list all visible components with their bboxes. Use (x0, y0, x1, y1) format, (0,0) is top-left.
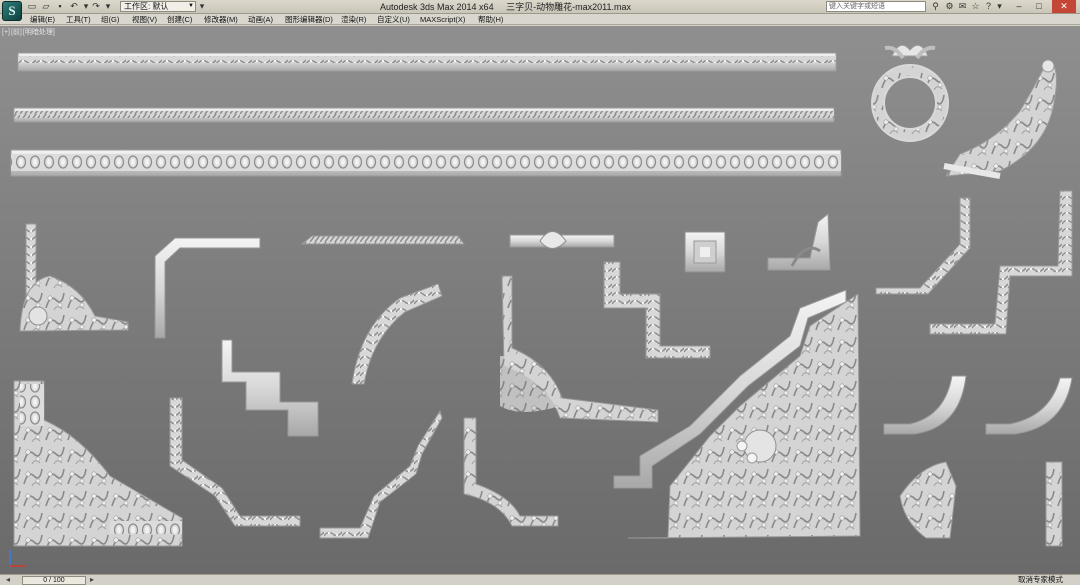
molding-strip-1[interactable] (17, 52, 837, 72)
menu-help[interactable]: 帮助(H) (478, 14, 503, 25)
app-name: Autodesk 3ds Max 2014 x64 (380, 2, 494, 12)
corner-leaf-ornament[interactable] (19, 223, 129, 332)
small-curved-molding-1[interactable] (883, 375, 967, 435)
menu-modifiers[interactable]: 修改器(M) (204, 14, 238, 25)
3ds-max-logo[interactable]: S (2, 1, 22, 21)
time-slider-right-arrow[interactable]: ▸ (90, 575, 94, 585)
expert-mode-button[interactable]: 取消专家模式 (1018, 575, 1063, 585)
rosette-molding[interactable] (509, 231, 615, 249)
menu-group[interactable]: 组(G) (101, 14, 119, 25)
close-button[interactable]: ✕ (1052, 0, 1076, 13)
stepped-corner-1[interactable] (875, 197, 971, 295)
stepped-leaf-corner[interactable] (603, 261, 711, 359)
menu-maxscript[interactable]: MAXScript(X) (420, 14, 465, 25)
redo-icon[interactable]: ↷ (90, 1, 102, 12)
redo-dropdown-icon[interactable]: ▾ (102, 1, 114, 12)
favorites-icon[interactable]: ☆ (970, 1, 981, 12)
time-slider-left-arrow[interactable]: ◂ (6, 575, 10, 585)
axis-tripod-icon (9, 550, 26, 567)
menu-graph-editors[interactable]: 图形编辑器(D) (285, 14, 333, 25)
communication-center-icon[interactable]: ✉ (957, 1, 968, 12)
status-bar: ◂ 0 / 100 ▸ 取消专家模式 (0, 574, 1080, 585)
front-viewport[interactable]: [+][前][明暗处理] (0, 26, 1080, 574)
plain-corner-molding[interactable] (154, 237, 261, 339)
viewport-scene (10, 44, 1073, 547)
egg-dart-corner-panel[interactable] (13, 380, 183, 547)
subscription-icon[interactable]: ⚙ (944, 1, 955, 12)
help-icon[interactable]: ? (983, 1, 994, 12)
chevron-down-icon: ▼ (188, 3, 194, 9)
menu-rendering[interactable]: 渲染(R) (341, 14, 366, 25)
open-folder-icon[interactable]: ▱ (40, 1, 52, 12)
molding-strip-2[interactable] (13, 107, 835, 123)
file-name: 三字贝-动物雕花-max2011.max (506, 2, 631, 12)
small-curved-molding-2[interactable] (985, 377, 1073, 435)
square-rosette[interactable] (684, 231, 726, 273)
column-ornament[interactable] (1045, 461, 1063, 547)
rope-molding[interactable] (300, 235, 465, 245)
new-file-icon[interactable]: ▭ (26, 1, 38, 12)
maximize-button[interactable]: □ (1030, 0, 1048, 13)
menu-animation[interactable]: 动画(A) (248, 14, 273, 25)
app-window: ▭ ▱ ▪ ↶ ▾ ↷ ▾ 工作区: 默认 ▼ ▾ Autodesk 3ds M… (0, 0, 1080, 585)
help-dropdown-icon[interactable]: ▾ (994, 1, 1005, 12)
small-carved-corner[interactable] (463, 417, 559, 527)
time-slider[interactable]: 0 / 100 (22, 576, 86, 585)
search-input[interactable]: 键入关键字或短语 (826, 1, 926, 12)
menu-bar: 编辑(E) 工具(T) 组(G) 视图(V) 创建(C) 修改器(M) 动画(A… (0, 14, 1080, 25)
menu-create[interactable]: 创建(C) (167, 14, 192, 25)
viewport-label[interactable]: [+][前][明暗处理] (2, 27, 56, 37)
wreath-ornament[interactable] (871, 44, 949, 142)
corbel-ornament[interactable] (899, 461, 957, 539)
menu-customize[interactable]: 自定义(U) (377, 14, 410, 25)
workspace-dropdown[interactable]: 工作区: 默认 ▼ (120, 1, 196, 12)
menu-tools[interactable]: 工具(T) (66, 14, 91, 25)
frame-counter-text: 0 / 100 (43, 577, 65, 584)
binoculars-icon[interactable]: ⚲ (930, 1, 941, 12)
minimize-button[interactable]: – (1010, 0, 1028, 13)
viewport-menu[interactable]: [+] (2, 29, 10, 36)
viewport-shading[interactable]: [明暗处理] (23, 29, 55, 36)
undo-icon[interactable]: ↶ (68, 1, 80, 12)
menu-edit[interactable]: 编辑(E) (30, 14, 55, 25)
search-placeholder: 键入关键字或短语 (829, 3, 885, 10)
curved-arch-molding[interactable] (351, 283, 443, 385)
save-icon[interactable]: ▪ (54, 1, 66, 12)
quick-access-menu-icon[interactable]: ▾ (196, 1, 208, 12)
curved-step-corner[interactable] (319, 409, 443, 539)
menu-views[interactable]: 视图(V) (132, 14, 157, 25)
scroll-ornament[interactable] (943, 59, 1057, 179)
viewport-view-name[interactable]: [前] (11, 29, 22, 36)
workspace-label: 工作区: 默认 (124, 2, 169, 11)
title-bar: ▭ ▱ ▪ ↶ ▾ ↷ ▾ 工作区: 默认 ▼ ▾ Autodesk 3ds M… (0, 0, 1080, 14)
staircase-corner-1[interactable] (221, 339, 319, 437)
window-title: Autodesk 3ds Max 2014 x64 三字贝-动物雕花-max20… (380, 1, 740, 13)
molding-strip-3[interactable] (10, 149, 842, 177)
staircase-corner-2[interactable] (169, 397, 301, 527)
small-scroll-corner[interactable] (767, 212, 831, 271)
